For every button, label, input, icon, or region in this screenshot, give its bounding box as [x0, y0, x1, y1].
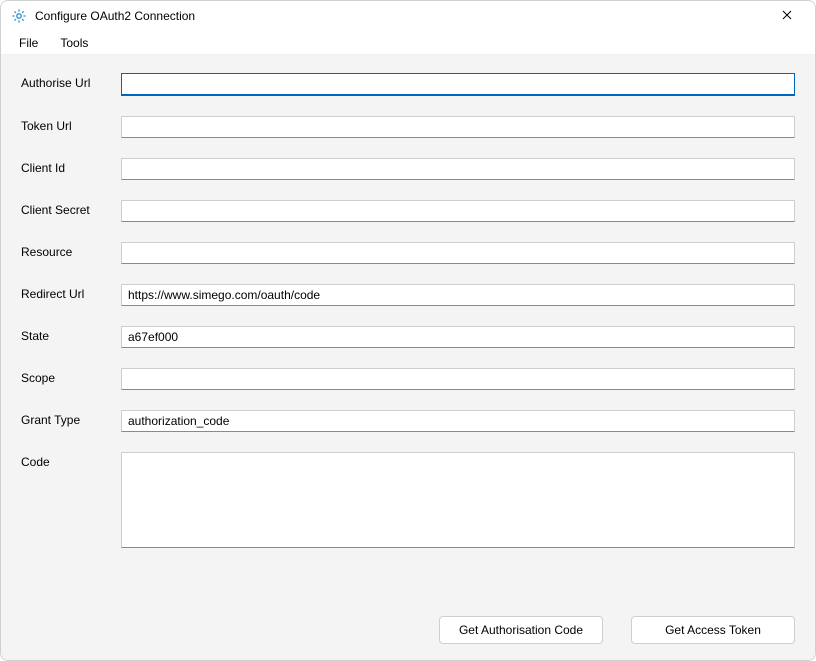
row-token-url: Token Url [21, 116, 795, 138]
close-button[interactable] [767, 2, 807, 30]
menu-file[interactable]: File [9, 33, 48, 53]
state-input[interactable] [121, 326, 795, 348]
form: Authorise Url Token Url Client Id Client… [21, 73, 795, 602]
get-access-token-button[interactable]: Get Access Token [631, 616, 795, 644]
menu-tools[interactable]: Tools [50, 33, 98, 53]
row-resource: Resource [21, 242, 795, 264]
row-state: State [21, 326, 795, 348]
label-client-id: Client Id [21, 158, 121, 175]
row-redirect-url: Redirect Url [21, 284, 795, 306]
label-token-url: Token Url [21, 116, 121, 133]
label-authorise-url: Authorise Url [21, 73, 121, 90]
label-redirect-url: Redirect Url [21, 284, 121, 301]
token-url-input[interactable] [121, 116, 795, 138]
close-icon [782, 9, 792, 23]
titlebar: Configure OAuth2 Connection [1, 1, 815, 31]
resource-input[interactable] [121, 242, 795, 264]
label-resource: Resource [21, 242, 121, 259]
client-id-input[interactable] [121, 158, 795, 180]
client-secret-input[interactable] [121, 200, 795, 222]
label-scope: Scope [21, 368, 121, 385]
label-grant-type: Grant Type [21, 410, 121, 427]
button-row: Get Authorisation Code Get Access Token [21, 602, 795, 644]
menubar: File Tools [1, 31, 815, 55]
label-client-secret: Client Secret [21, 200, 121, 217]
row-code: Code [21, 452, 795, 551]
row-authorise-url: Authorise Url [21, 73, 795, 96]
row-scope: Scope [21, 368, 795, 390]
label-state: State [21, 326, 121, 343]
redirect-url-input[interactable] [121, 284, 795, 306]
row-grant-type: Grant Type [21, 410, 795, 432]
grant-type-input[interactable] [121, 410, 795, 432]
row-client-secret: Client Secret [21, 200, 795, 222]
authorise-url-input[interactable] [121, 73, 795, 96]
code-textarea[interactable] [121, 452, 795, 548]
window-title: Configure OAuth2 Connection [35, 9, 767, 23]
label-code: Code [21, 452, 121, 469]
get-authorisation-code-button[interactable]: Get Authorisation Code [439, 616, 603, 644]
scope-input[interactable] [121, 368, 795, 390]
window-root: Configure OAuth2 Connection File Tools A… [0, 0, 816, 661]
row-client-id: Client Id [21, 158, 795, 180]
client-area: Authorise Url Token Url Client Id Client… [1, 55, 815, 660]
gear-icon [11, 8, 27, 24]
